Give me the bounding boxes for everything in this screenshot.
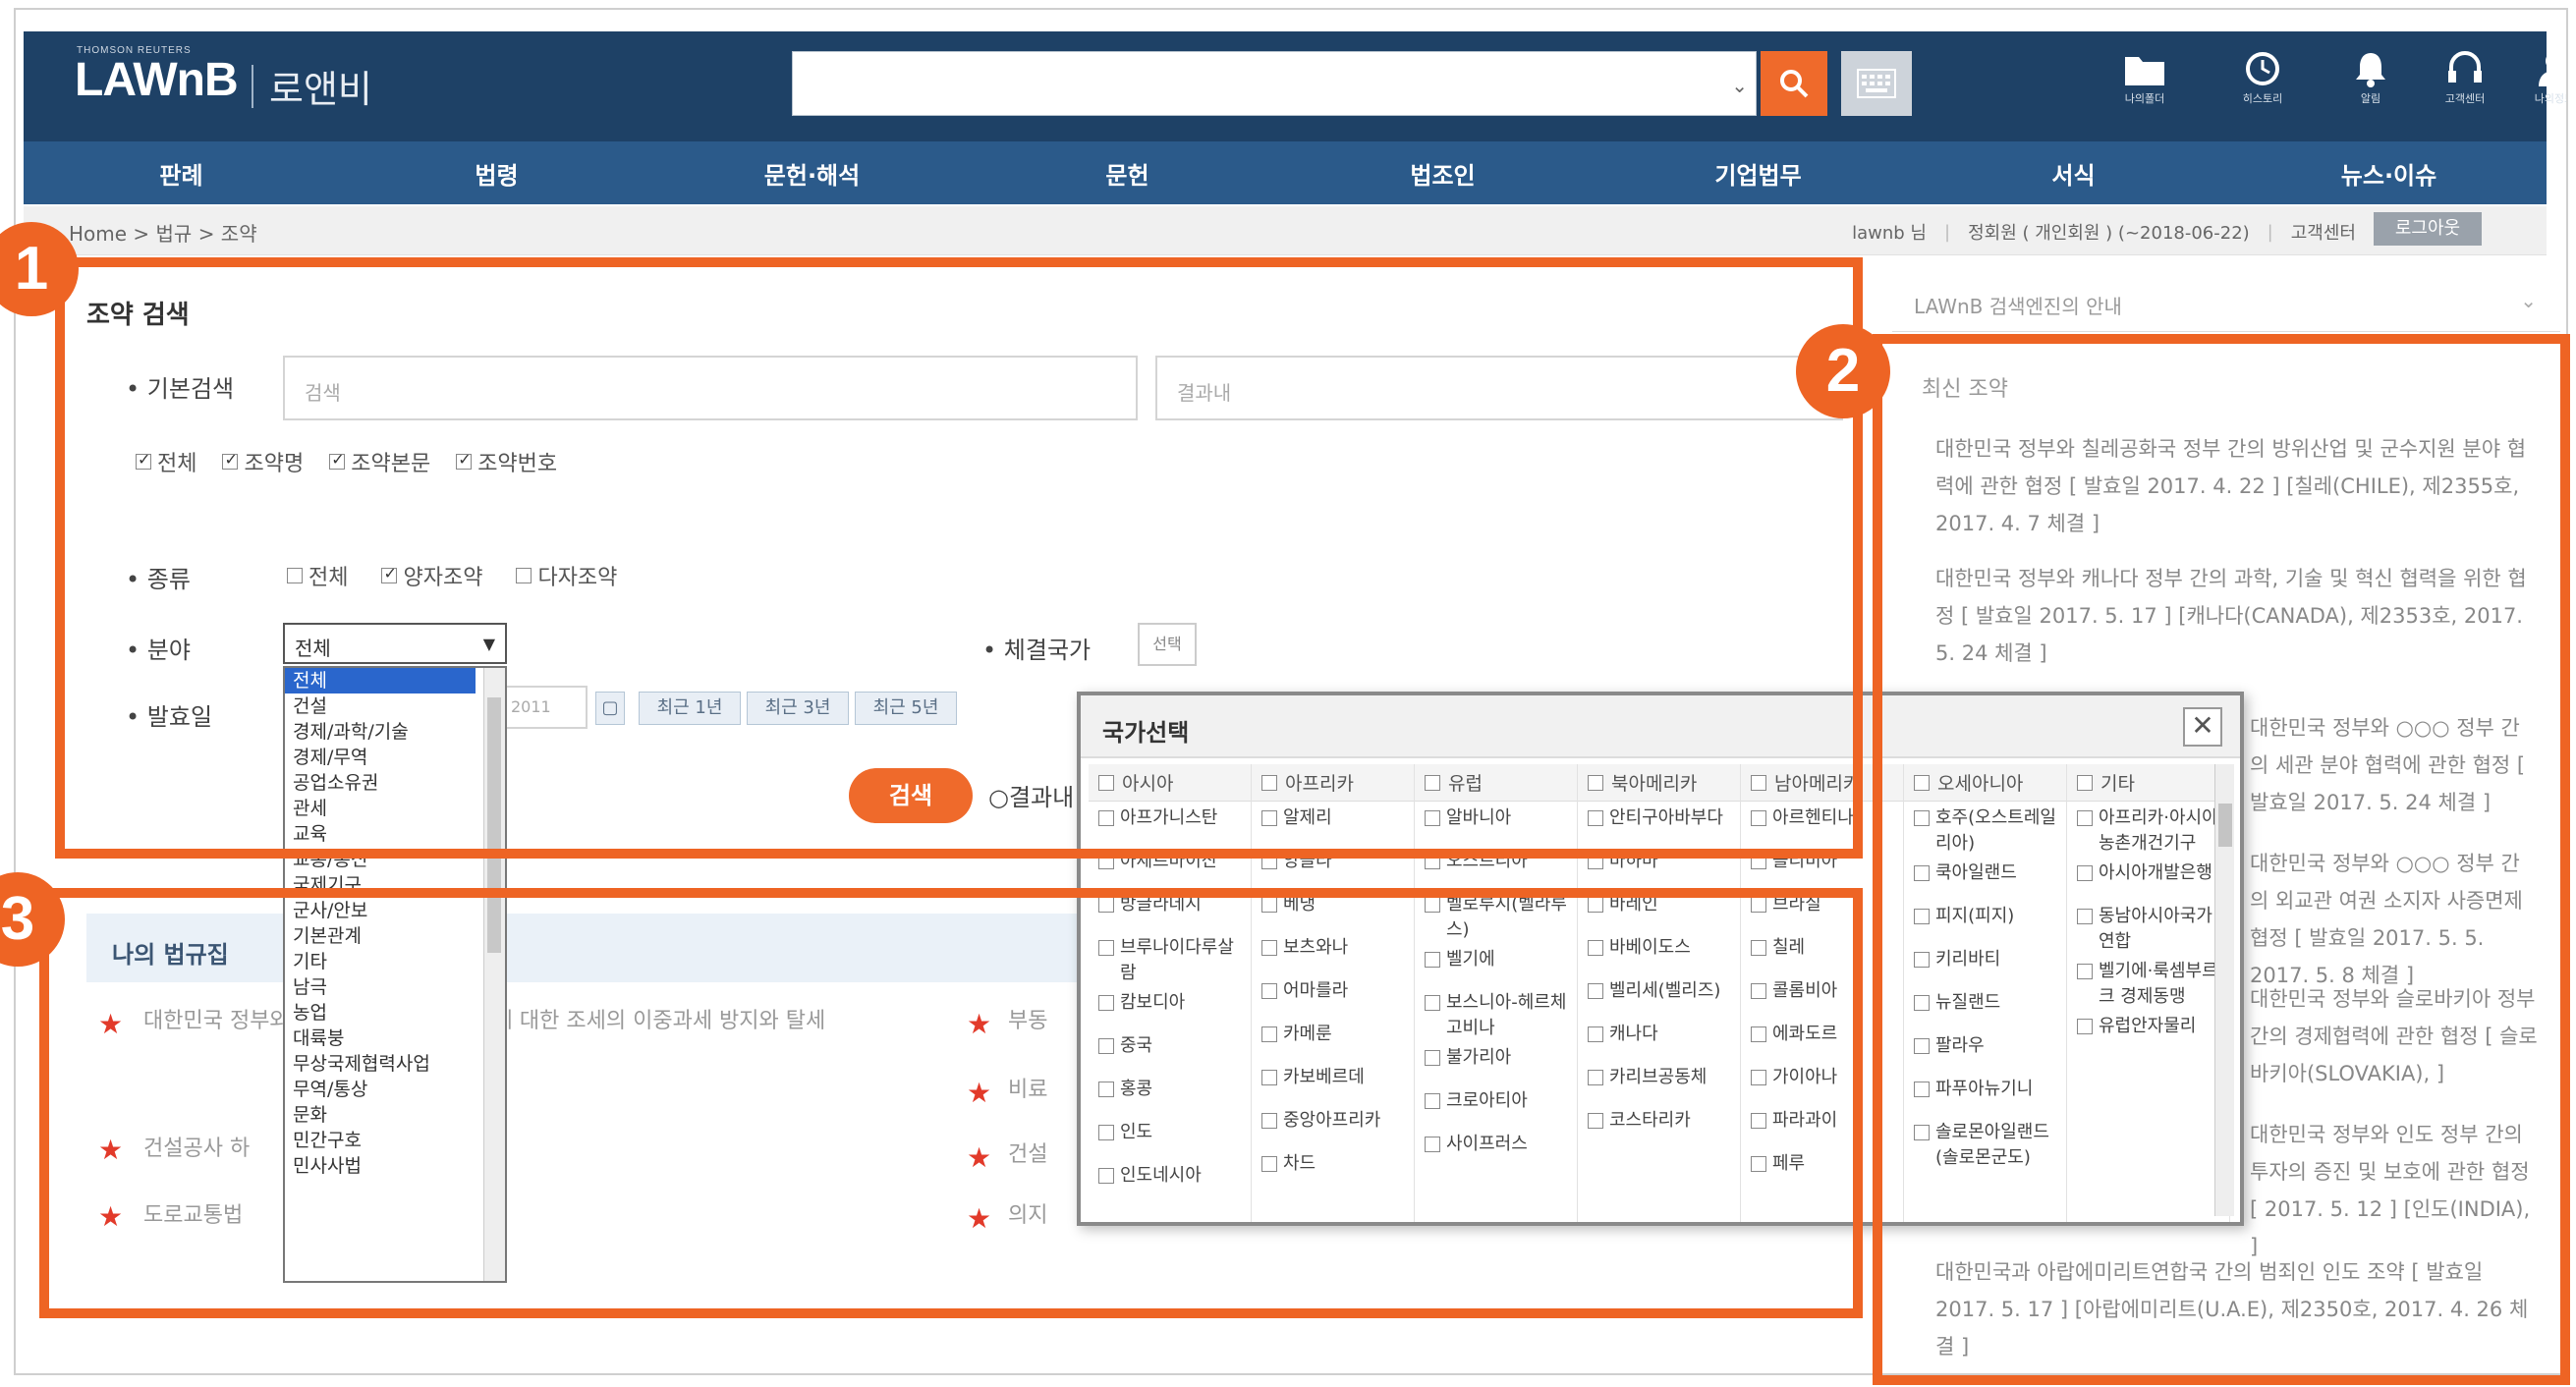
logo-divider	[252, 65, 253, 108]
folder-label: 나의폴더	[2124, 92, 2165, 105]
logout-button[interactable]: 로그아웃	[2374, 212, 2482, 246]
chevron-down-icon[interactable]: ⌄	[2520, 289, 2537, 312]
nav-item-literature[interactable]: 문헌	[980, 156, 1275, 191]
header-bar: THOMSON REUTERS LAWnB 로앤비 ⌄ 나의폴더 히스토리 알림…	[24, 31, 2566, 141]
profile-button[interactable]: 나의정보	[2525, 45, 2566, 134]
headset-icon	[2448, 51, 2482, 83]
breadcrumb[interactable]: Home > 법규 > 조약	[69, 218, 257, 247]
logo[interactable]: LAWnB	[75, 53, 239, 107]
nav-item-laws[interactable]: 법령	[350, 156, 644, 191]
folder-button[interactable]: 나의폴더	[2110, 45, 2179, 134]
annotation-box-2	[1873, 334, 2570, 1385]
nav-item-corporate[interactable]: 기업법무	[1611, 156, 1906, 191]
info-text: LAWnB 검색엔진의 안내	[1914, 295, 2122, 318]
keyboard-icon	[1857, 69, 1896, 98]
support-button[interactable]: 고객센터	[2431, 45, 2499, 134]
nav-item-interpretation[interactable]: 문헌·해석	[665, 156, 960, 191]
logo-korean: 로앤비	[269, 68, 372, 111]
history-button[interactable]: 히스토리	[2228, 45, 2297, 134]
profile-label: 나의정보	[2534, 92, 2566, 105]
nav-item-news[interactable]: 뉴스·이슈	[2242, 156, 2537, 191]
nav-item-lawyers[interactable]: 법조인	[1296, 156, 1591, 191]
support-label: 고객센터	[2444, 92, 2486, 105]
history-label: 히스토리	[2242, 92, 2283, 105]
annotation-box-3	[39, 888, 1863, 1318]
keyboard-button[interactable]	[1841, 51, 1912, 116]
main-nav: 판례 법령 문헌·해석 문헌 법조인 기업법무 서식 뉴스·이슈	[24, 141, 2547, 204]
notification-button[interactable]: 알림	[2336, 45, 2405, 134]
global-search-input[interactable]: ⌄	[792, 51, 1757, 116]
history-icon	[2246, 52, 2279, 85]
folder-icon	[2125, 57, 2164, 85]
divider: |	[2267, 221, 2273, 243]
search-button[interactable]	[1761, 51, 1827, 116]
annotation-number-2: 2	[1796, 324, 1890, 418]
bell-icon	[2356, 53, 2385, 87]
nav-item-cases[interactable]: 판례	[34, 156, 329, 191]
annotation-box-1	[55, 257, 1863, 859]
nav-item-forms[interactable]: 서식	[1927, 156, 2221, 191]
user-util: lawnb 님 | 정회원 ( 개인회원 ) (~2018-06-22) | 고…	[1852, 212, 2482, 246]
bell-label: 알림	[2360, 92, 2381, 105]
breadcrumb-bar: Home > 법규 > 조약 lawnb 님 | 정회원 ( 개인회원 ) (~…	[24, 206, 2547, 255]
divider: |	[1944, 221, 1951, 243]
search-icon	[1780, 70, 1809, 98]
user-name[interactable]: lawnb 님	[1852, 219, 1927, 245]
search-engine-info-bar[interactable]: LAWnB 검색엔진의 안내 ⌄	[1892, 277, 2560, 332]
user-icon	[2539, 52, 2566, 86]
customer-center-link[interactable]: 고객센터	[2291, 219, 2356, 245]
member-status: 정회원 ( 개인회원 ) (~2018-06-22)	[1968, 223, 2250, 244]
chevron-down-icon[interactable]: ⌄	[1731, 74, 1748, 97]
